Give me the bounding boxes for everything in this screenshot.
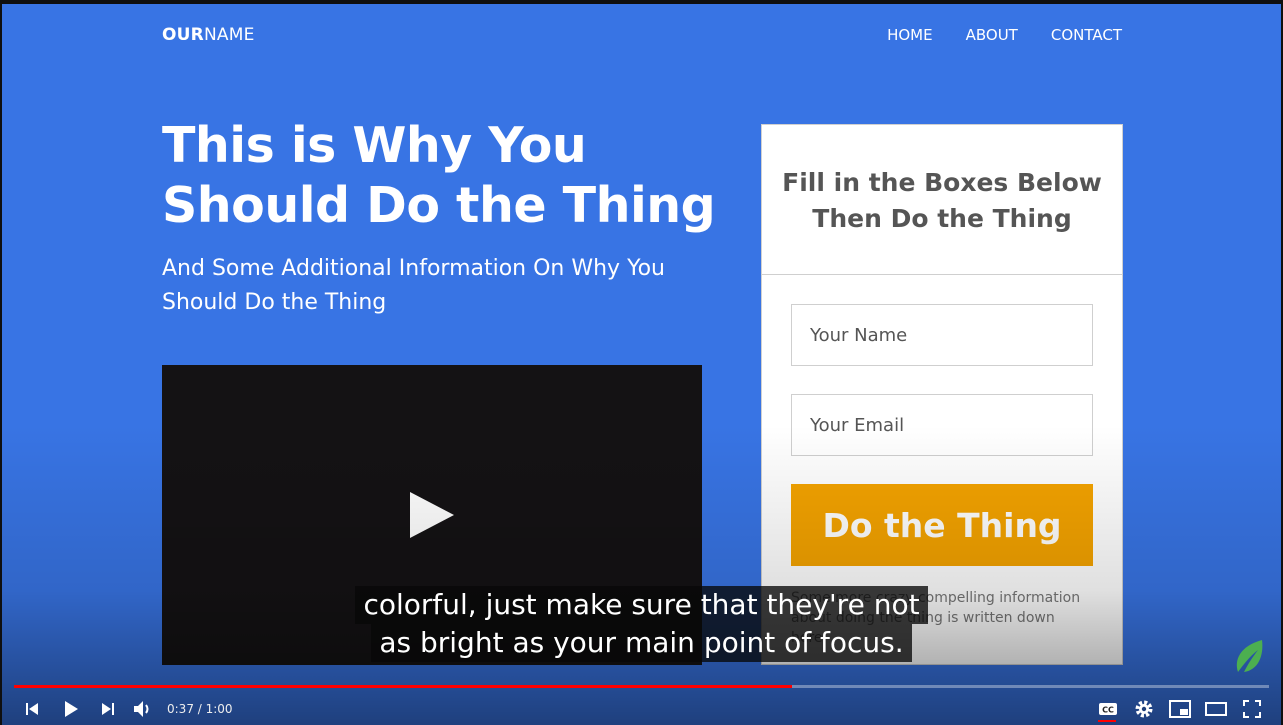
form-divider	[762, 274, 1122, 275]
nav-about[interactable]: ABOUT	[966, 26, 1018, 44]
site-nav: HOME ABOUT CONTACT	[887, 26, 1122, 44]
miniplayer-icon[interactable]	[1168, 696, 1192, 722]
do-the-thing-button[interactable]: Do the Thing	[791, 484, 1093, 566]
nav-contact[interactable]: CONTACT	[1051, 26, 1122, 44]
play-icon[interactable]	[58, 696, 84, 722]
caption-box: colorful, just make sure that they're no…	[2, 586, 1281, 662]
form-title: Fill in the Boxes Below Then Do the Thin…	[782, 168, 1102, 233]
leaf-logo-icon	[1232, 636, 1266, 676]
theater-icon[interactable]	[1204, 696, 1228, 722]
page-headline: This is Why You Should Do the Thing	[162, 117, 716, 234]
captions-icon[interactable]: CC	[1096, 696, 1120, 722]
fullscreen-icon[interactable]	[1240, 696, 1264, 722]
video-player[interactable]: OURNAME HOME ABOUT CONTACT This is Why Y…	[2, 4, 1281, 725]
play-icon[interactable]	[410, 492, 454, 538]
progress-played	[14, 685, 793, 688]
signup-form: Fill in the Boxes Below Then Do the Thin…	[761, 124, 1123, 665]
previous-icon[interactable]	[20, 696, 44, 722]
email-input[interactable]	[791, 394, 1093, 456]
caption-line-1: colorful, just make sure that they're no…	[355, 586, 928, 624]
player-controls: 0:37 / 1:00 CC	[2, 692, 1281, 725]
page-subhead: And Some Additional Information On Why Y…	[162, 256, 665, 315]
settings-icon[interactable]	[1132, 696, 1156, 722]
site-logo: OURNAME	[162, 25, 255, 45]
name-input[interactable]	[791, 304, 1093, 366]
caption-line-2: as bright as your main point of focus.	[371, 624, 912, 662]
time-display: 0:37 / 1:00	[167, 702, 233, 716]
nav-home[interactable]: HOME	[887, 26, 933, 44]
logo-bold: OUR	[162, 25, 204, 45]
logo-rest: NAME	[203, 25, 255, 45]
volume-icon[interactable]	[130, 696, 156, 722]
progress-bar[interactable]	[14, 685, 1269, 688]
svg-text:CC: CC	[1102, 706, 1114, 715]
next-icon[interactable]	[96, 696, 120, 722]
captions-active-indicator	[1098, 720, 1116, 722]
